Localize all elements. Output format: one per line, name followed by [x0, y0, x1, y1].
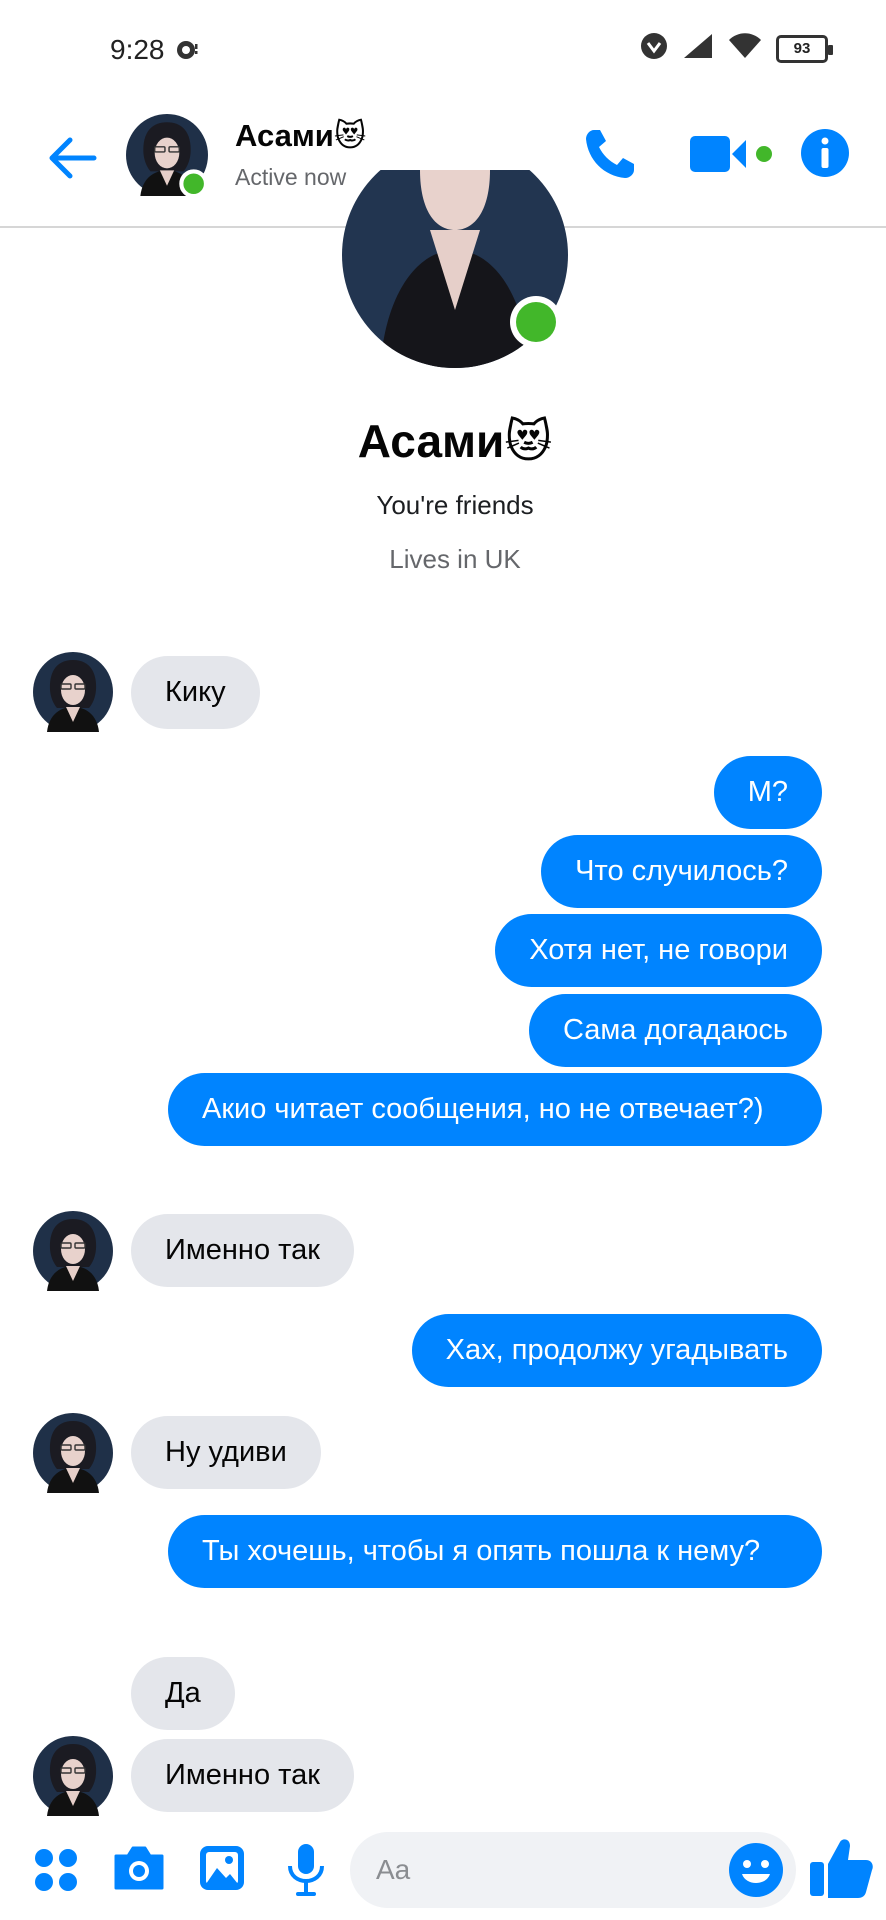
- message-bubble-outgoing[interactable]: Ты хочешь, чтобы я опять пошла к нему?: [168, 1515, 822, 1588]
- message-bubble-incoming[interactable]: Именно так: [131, 1214, 354, 1287]
- phone-icon[interactable]: [580, 124, 640, 189]
- thumbs-up-icon[interactable]: [808, 1834, 874, 1905]
- contact-active-status: Active now: [235, 164, 347, 190]
- sender-avatar[interactable]: [33, 1736, 113, 1816]
- message-input[interactable]: Aa: [350, 1832, 796, 1908]
- emoji-icon[interactable]: [728, 1842, 784, 1903]
- message-composer: Aa: [0, 1820, 886, 1920]
- online-indicator: [179, 169, 208, 199]
- wifi-icon: [728, 32, 762, 65]
- contact-name[interactable]: Асами😻: [235, 118, 366, 154]
- message-bubble-outgoing[interactable]: М?: [713, 756, 822, 829]
- signal-icon: [682, 32, 714, 65]
- gallery-icon[interactable]: [198, 1844, 246, 1897]
- apps-icon[interactable]: [34, 1848, 78, 1897]
- status-time: 9:28: [110, 34, 165, 65]
- message-bubble-incoming[interactable]: Ну удиви: [131, 1416, 321, 1489]
- vpn-icon: [640, 32, 668, 65]
- message-bubble-incoming[interactable]: Кику: [131, 656, 260, 729]
- profile-name: Асами😻: [357, 415, 553, 467]
- microphone-icon[interactable]: [286, 1842, 326, 1903]
- notification-icon: [176, 40, 198, 65]
- message-bubble-outgoing[interactable]: Сама догадаюсь: [528, 994, 822, 1067]
- contact-avatar[interactable]: [126, 114, 208, 199]
- status-bar: 9:28 93: [0, 0, 886, 100]
- status-icons: 93: [640, 32, 833, 65]
- battery-indicator: 93: [776, 34, 833, 63]
- sender-avatar[interactable]: [33, 1211, 113, 1291]
- message-bubble-incoming[interactable]: Да: [131, 1657, 235, 1730]
- online-indicator: [516, 302, 556, 342]
- back-arrow-icon[interactable]: [44, 130, 100, 186]
- sender-avatar[interactable]: [33, 1413, 113, 1493]
- message-bubble-outgoing[interactable]: Хах, продолжу угадывать: [411, 1314, 822, 1387]
- sender-avatar[interactable]: [33, 652, 113, 732]
- profile-relationship: You're friends: [376, 490, 534, 520]
- message-bubble-outgoing[interactable]: Хотя нет, не говори: [495, 914, 822, 987]
- profile-location: Lives in UK: [389, 544, 521, 574]
- message-bubble-outgoing[interactable]: Акио читает сообщения, но не отвечает?): [168, 1073, 822, 1146]
- message-bubble-outgoing[interactable]: Что случилось?: [541, 835, 822, 908]
- camera-icon[interactable]: [112, 1844, 166, 1897]
- info-icon[interactable]: [800, 128, 850, 183]
- video-camera-icon[interactable]: [688, 130, 778, 185]
- message-input-placeholder: Aa: [376, 1854, 411, 1885]
- message-bubble-incoming[interactable]: Именно так: [131, 1739, 354, 1812]
- profile-avatar: [340, 170, 570, 370]
